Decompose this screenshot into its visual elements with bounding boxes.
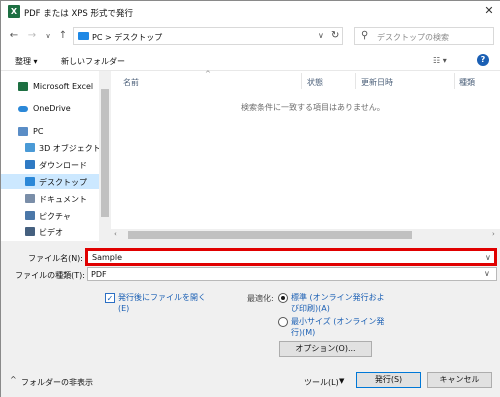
new-folder-button[interactable]: 新しいフォルダー — [61, 56, 125, 67]
forward-arrow-icon[interactable]: → — [25, 29, 39, 43]
column-header-modified[interactable]: 更新日時 — [361, 77, 393, 88]
excel-icon: X — [8, 5, 20, 18]
sidebar-item-pictures[interactable]: ピクチャ — [1, 208, 99, 223]
filename-input[interactable]: Sample — [92, 253, 122, 262]
publish-dialog: X PDF または XPS 形式で発行 ✕ ← → ∨ ↑ PC > デスクトッ… — [0, 0, 500, 397]
sidebar-item-label: OneDrive — [33, 104, 71, 113]
address-bar[interactable]: PC > デスクトップ ∨ ↻ — [73, 27, 343, 45]
optimize-minimum-radio[interactable] — [278, 317, 288, 327]
tools-menu[interactable]: ツール(L) — [304, 377, 339, 388]
sidebar-item-pc[interactable]: PC — [1, 124, 99, 139]
help-icon[interactable]: ? — [477, 54, 489, 66]
filename-field[interactable]: Sample ∨ — [85, 248, 497, 266]
open-after-publish-checkbox[interactable]: ✓ — [105, 293, 115, 303]
horizontal-scrollbar-thumb[interactable] — [128, 231, 412, 239]
sidebar-item-desktop[interactable]: デスクトップ — [1, 174, 99, 189]
sidebar-item-label: ピクチャ — [39, 212, 71, 221]
sidebar-item-label: ダウンロード — [39, 161, 87, 170]
options-button[interactable]: オプション(O)... — [279, 341, 372, 357]
computer-icon — [18, 127, 28, 136]
column-divider[interactable] — [301, 73, 302, 89]
search-input[interactable]: デスクトップの検索 — [377, 32, 449, 43]
sidebar-item-label: ビデオ — [39, 228, 63, 237]
sidebar-item-3d-objects[interactable]: 3D オブジェクト — [1, 140, 101, 155]
address-chevron-icon[interactable]: ∨ — [318, 31, 324, 40]
publish-button[interactable]: 発行(S) — [356, 372, 421, 388]
sidebar-item-label: ドキュメント — [39, 195, 87, 204]
sidebar-item-label: デスクトップ — [39, 178, 87, 187]
address-path[interactable]: PC > デスクトップ — [92, 32, 162, 43]
file-list: 名前 ^ 状態 更新日時 種類 — [111, 70, 500, 241]
filetype-value[interactable]: PDF — [91, 270, 107, 279]
sidebar-item-documents[interactable]: ドキュメント — [1, 191, 99, 206]
sort-indicator-icon: ^ — [205, 70, 211, 78]
scroll-left-arrow-icon[interactable]: ‹ — [114, 230, 117, 238]
tools-dropdown-icon[interactable]: ▼ — [339, 377, 344, 385]
up-arrow-icon[interactable]: ↑ — [56, 29, 70, 43]
filetype-label: ファイルの種類(T): — [15, 271, 85, 280]
document-icon — [25, 194, 35, 203]
optimize-minimum-label[interactable]: 最小サイズ (オンライン発 行)(M) — [291, 316, 401, 338]
sidebar-item-label: PC — [33, 127, 44, 136]
filename-label: ファイル名(N): — [28, 254, 83, 263]
sidebar-item-downloads[interactable]: ダウンロード — [1, 157, 99, 172]
desktop-icon — [25, 177, 35, 186]
chevron-up-icon[interactable]: ^ — [10, 375, 17, 384]
sidebar-item-label: Microsoft Excel — [33, 82, 94, 91]
column-header-status[interactable]: 状態 — [307, 77, 323, 88]
cube-icon — [25, 143, 35, 152]
column-header-name[interactable]: 名前 — [123, 77, 139, 88]
filename-dropdown-icon[interactable]: ∨ — [485, 253, 491, 262]
excel-icon — [18, 82, 28, 91]
view-options-icon[interactable]: ☷ ▾ — [433, 56, 447, 65]
recent-locations-dropdown-icon[interactable]: ∨ — [41, 29, 55, 43]
hide-folders-button[interactable]: フォルダーの非表示 — [21, 377, 93, 388]
optimize-standard-label[interactable]: 標準 (オンライン発行およ び印刷)(A) — [291, 292, 401, 314]
download-icon — [25, 160, 35, 169]
pc-icon — [78, 32, 89, 40]
refresh-icon[interactable]: ↻ — [331, 30, 339, 41]
column-header-type[interactable]: 種類 — [459, 77, 475, 88]
filetype-select[interactable]: PDF ∨ — [87, 267, 497, 281]
sidebar-item-videos[interactable]: ビデオ — [1, 224, 99, 239]
open-after-publish-label[interactable]: 発行後にファイルを開く (E) — [118, 292, 228, 314]
picture-icon — [25, 211, 35, 220]
search-icon: ⚲ — [361, 30, 369, 41]
column-divider[interactable] — [454, 73, 455, 89]
sidebar-item-label: 3D オブジェクト — [39, 144, 101, 153]
sidebar-item-onedrive[interactable]: OneDrive — [1, 101, 99, 116]
window-title: PDF または XPS 形式で発行 — [24, 9, 134, 19]
sidebar-scrollbar-thumb[interactable] — [101, 89, 109, 217]
navigation-pane: Microsoft Excel OneDrive PC 3D オブジェクト ダウ… — [1, 71, 111, 241]
filetype-dropdown-icon[interactable]: ∨ — [484, 269, 490, 278]
sidebar-item-excel[interactable]: Microsoft Excel — [1, 79, 99, 94]
organize-menu[interactable]: 整理 ▾ — [15, 56, 38, 67]
scroll-right-arrow-icon[interactable]: › — [492, 230, 495, 238]
cloud-icon — [18, 106, 28, 112]
column-divider[interactable] — [355, 73, 356, 89]
optimize-label: 最適化: — [247, 294, 274, 303]
cancel-button[interactable]: キャンセル — [427, 372, 492, 388]
back-arrow-icon[interactable]: ← — [7, 29, 21, 43]
search-box[interactable]: ⚲ デスクトップの検索 — [354, 27, 494, 45]
optimize-standard-radio[interactable] — [278, 293, 288, 303]
close-icon[interactable]: ✕ — [482, 4, 496, 18]
video-icon — [25, 227, 35, 236]
empty-message: 検索条件に一致する項目はありません。 — [241, 103, 385, 112]
